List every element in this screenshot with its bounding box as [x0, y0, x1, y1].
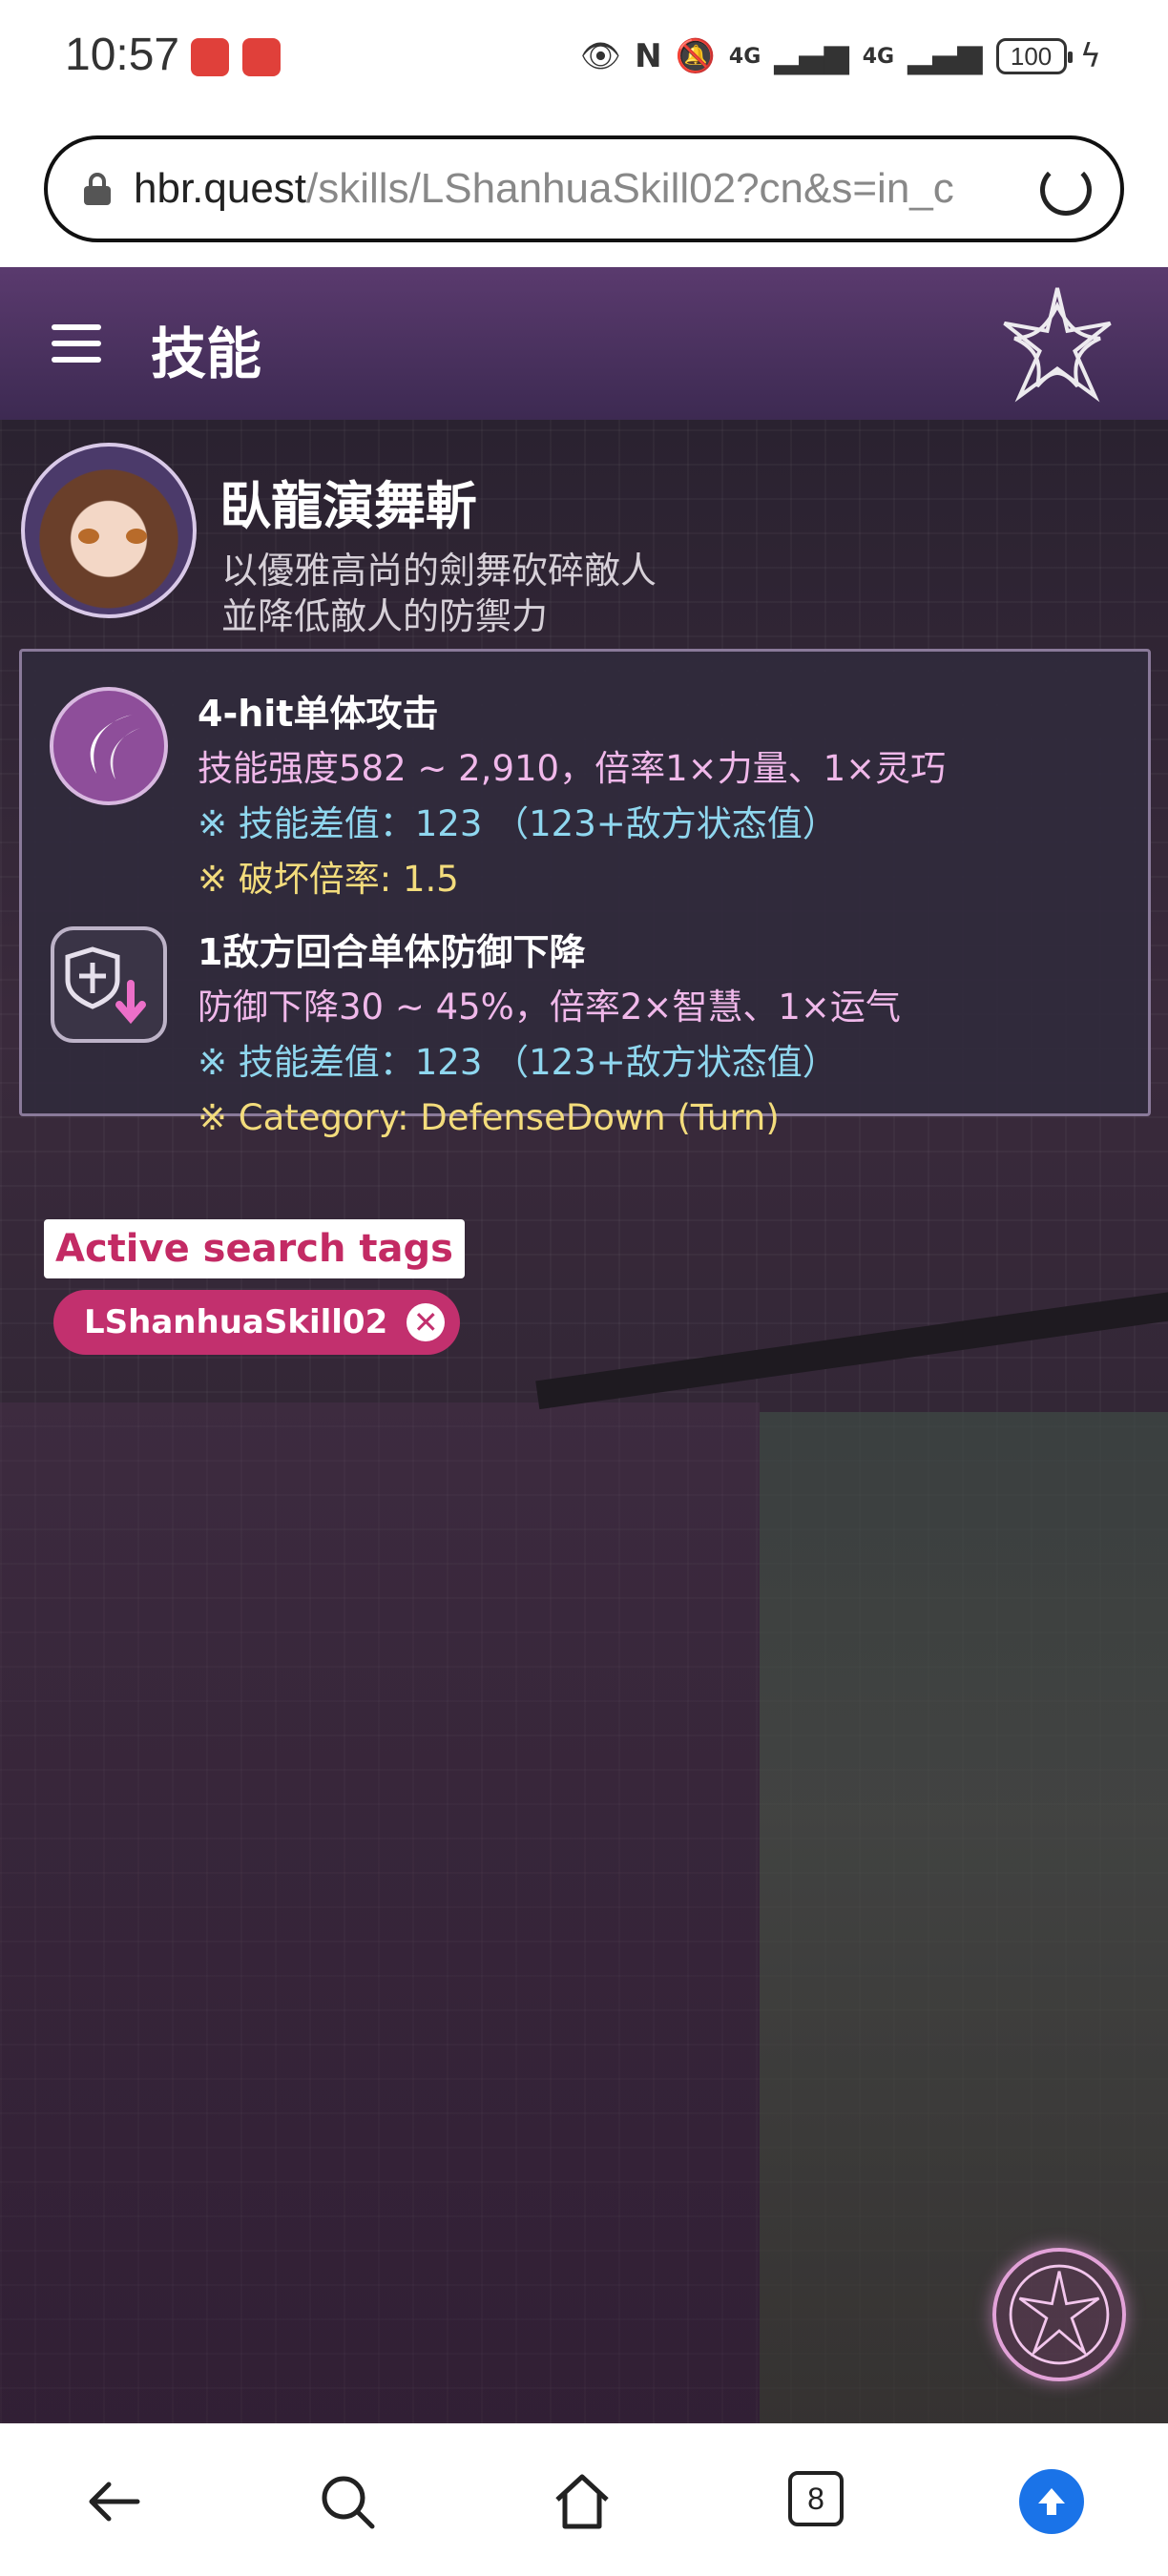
- effect-difference: ※ 技能差值：123 （123+敌方状态值）: [198, 1042, 838, 1083]
- skill-name: 臥龍演舞斬: [219, 476, 477, 536]
- signal-icon: ▂▄▆: [907, 37, 983, 75]
- url-text[interactable]: hbr.quest/skills/LShanhuaSkill02?cn&s=in…: [134, 165, 992, 213]
- menu-icon[interactable]: [52, 324, 101, 363]
- background-scene: [0, 1402, 760, 2423]
- character-avatar[interactable]: [21, 443, 197, 618]
- effect-break-rate: ※ 破坏倍率: 1.5: [198, 859, 459, 900]
- skill-description: 以優雅高尚的劍舞砍碎敵人 並降低敵人的防禦力: [221, 548, 657, 639]
- status-bar: 10:57 👁 N 🔕 4G ▂▄▆ 4G ▂▄▆ 100 ϟ: [0, 0, 1168, 113]
- active-search-tags-label: Active search tags: [44, 1219, 465, 1278]
- mute-icon: 🔕: [675, 37, 716, 75]
- charging-icon: ϟ: [1079, 37, 1101, 75]
- search-icon[interactable]: [317, 2471, 378, 2532]
- page-title: 技能: [151, 322, 262, 386]
- notification-icon: [191, 38, 229, 76]
- battery-indicator: 100: [995, 38, 1073, 74]
- status-icons: 👁 N 🔕 4G ▂▄▆ 4G ▂▄▆ 100 ϟ: [580, 32, 1101, 80]
- back-icon[interactable]: [84, 2471, 145, 2532]
- browser-bottom-nav: 8: [0, 2423, 1168, 2576]
- address-bar[interactable]: hbr.quest/skills/LShanhuaSkill02?cn&s=in…: [44, 135, 1124, 242]
- effect-title: 1敌方回合单体防御下降: [198, 931, 586, 973]
- background-scene: [535, 1290, 1168, 1410]
- eye-icon: 👁: [579, 37, 622, 75]
- effect-difference: ※ 技能差值：123 （123+敌方状态值）: [198, 803, 838, 844]
- defense-down-icon: [51, 926, 167, 1043]
- url-host: hbr.quest: [134, 165, 307, 212]
- close-icon[interactable]: ✕: [407, 1303, 446, 1341]
- site-menu-fab-icon[interactable]: [992, 2248, 1126, 2381]
- tabs-button[interactable]: 8: [788, 2471, 849, 2532]
- skill-effects-panel: 4-hit单体攻击 技能强度582 ~ 2,910，倍率1×力量、1×灵巧 ※ …: [19, 649, 1151, 1138]
- nfc-icon: N: [635, 37, 662, 75]
- site-logo-icon[interactable]: [994, 280, 1120, 406]
- browser-toolbar: hbr.quest/skills/LShanhuaSkill02?cn&s=in…: [0, 113, 1168, 267]
- tab-count: 8: [788, 2471, 844, 2526]
- network-4g-2: 4G: [862, 44, 895, 69]
- upload-arrow-icon: [1019, 2469, 1084, 2534]
- update-button[interactable]: [1019, 2469, 1084, 2534]
- signal-icon: ▂▄▆: [774, 37, 849, 75]
- search-tag-text: LShanhuaSkill02: [84, 1303, 388, 1341]
- skill-description-line: 並降低敵人的防禦力: [221, 595, 549, 637]
- effect-power: 技能强度582 ~ 2,910，倍率1×力量、1×灵巧: [198, 748, 947, 789]
- skill-header: 臥龍演舞斬 以優雅高尚的劍舞砍碎敵人 並降低敵人的防禦力: [19, 441, 1155, 637]
- reload-icon[interactable]: [1040, 164, 1092, 216]
- lock-icon[interactable]: [84, 173, 111, 205]
- effect-power: 防御下降30 ~ 45%，倍率2×智慧、1×运气: [198, 987, 901, 1028]
- skill-description-line: 以優雅高尚的劍舞砍碎敵人: [221, 550, 657, 592]
- status-time: 10:57: [65, 30, 180, 80]
- notification-icon: [242, 38, 281, 76]
- effect-title: 4-hit单体攻击: [198, 693, 439, 735]
- url-path: /skills/LShanhuaSkill02?cn&s=in_c: [306, 165, 954, 212]
- main-content: 臥龍演舞斬 以優雅高尚的劍舞砍碎敵人 並降低敵人的防禦力 4-hit单体攻击 技…: [0, 420, 1168, 2423]
- effect-category: ※ Category: DefenseDown (Turn): [198, 1097, 780, 1138]
- app-header: 技能: [0, 267, 1168, 420]
- home-icon[interactable]: [552, 2471, 613, 2532]
- slash-attack-icon: [50, 687, 168, 805]
- network-4g-1: 4G: [728, 44, 761, 69]
- search-tag-chip[interactable]: LShanhuaSkill02 ✕: [53, 1290, 461, 1355]
